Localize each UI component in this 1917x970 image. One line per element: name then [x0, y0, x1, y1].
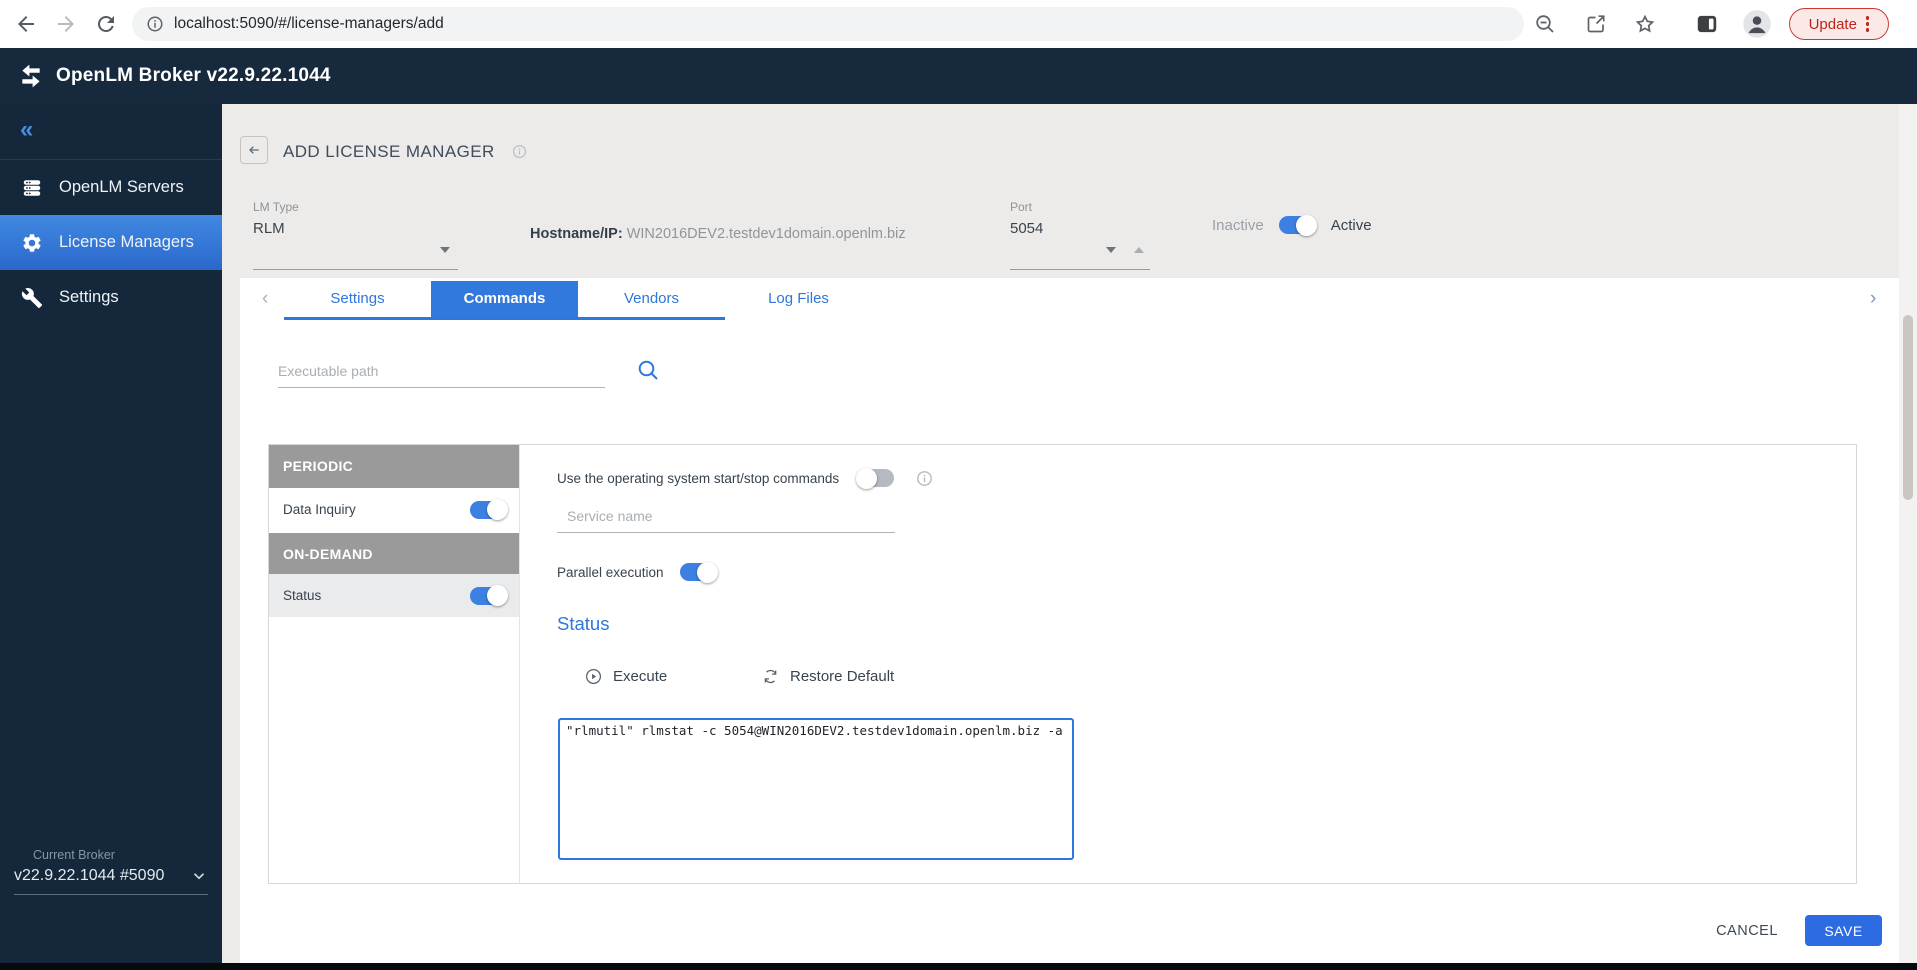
lm-type-label: LM Type	[253, 200, 458, 214]
commands-panel: PERIODIC Data Inquiry ON-DEMAND Status U…	[268, 444, 1857, 884]
lm-detail-card: ‹ Settings Commands Vendors Log Files › …	[240, 278, 1899, 963]
tools-icon	[21, 287, 43, 309]
gear-icon	[21, 232, 43, 254]
sidebar-item-label: License Managers	[59, 233, 194, 252]
execute-label: Execute	[613, 668, 667, 685]
tab-vendors[interactable]: Vendors	[578, 281, 725, 317]
back-icon[interactable]	[14, 12, 38, 36]
tabs-scroll-left-icon[interactable]: ‹	[262, 288, 268, 310]
app-header: OpenLM Broker v22.9.22.1044	[0, 48, 1917, 104]
hostname-value: WIN2016DEV2.testdev1domain.openlm.biz	[623, 226, 906, 242]
servers-icon	[21, 177, 43, 199]
back-button[interactable]	[240, 136, 268, 164]
parallel-execution-toggle[interactable]	[680, 563, 717, 581]
refresh-icon[interactable]	[94, 12, 118, 36]
parallel-execution-control: Parallel execution	[557, 563, 717, 581]
openlm-logo-icon	[18, 63, 44, 89]
command-row-status[interactable]: Status	[269, 574, 519, 617]
sidebar-item-label: Settings	[59, 288, 119, 307]
command-label: Data Inquiry	[283, 502, 356, 517]
update-label: Update	[1809, 16, 1857, 33]
collapse-icon: «	[20, 116, 33, 143]
bottom-edge	[0, 963, 1917, 970]
back-arrow-icon	[246, 142, 262, 158]
status-toggle[interactable]	[470, 587, 507, 605]
main-content: ADD LICENSE MANAGER LM Type RLM Hostname…	[222, 104, 1917, 963]
restore-default-button[interactable]: Restore Default	[761, 667, 894, 686]
dropdown-caret-icon	[440, 247, 450, 253]
sidebar-item-license-managers[interactable]: License Managers	[0, 215, 222, 270]
port-label: Port	[1010, 200, 1150, 214]
sidebar-item-settings[interactable]: Settings	[0, 270, 222, 325]
port-decrement-icon[interactable]	[1106, 247, 1116, 253]
inactive-label: Inactive	[1212, 217, 1264, 234]
parallel-execution-label: Parallel execution	[557, 565, 664, 580]
active-label: Active	[1331, 217, 1372, 234]
sidebar-item-label: OpenLM Servers	[59, 178, 184, 197]
site-info-icon[interactable]	[146, 15, 164, 33]
hostname-label: Hostname/IP:	[530, 226, 623, 242]
os-commands-toggle[interactable]	[857, 469, 894, 487]
current-broker-select[interactable]: Current Broker v22.9.22.1044 #5090	[14, 848, 208, 895]
share-icon[interactable]	[1584, 12, 1608, 36]
save-button[interactable]: SAVE	[1805, 915, 1882, 946]
sidebar-item-openlm-servers[interactable]: OpenLM Servers	[0, 160, 222, 215]
browser-update-button[interactable]: Update	[1789, 8, 1889, 40]
data-inquiry-toggle[interactable]	[470, 501, 507, 519]
cancel-button[interactable]: CANCEL	[1702, 916, 1792, 946]
periodic-header: PERIODIC	[269, 445, 519, 488]
profile-avatar[interactable]	[1742, 9, 1772, 39]
search-icon[interactable]	[636, 358, 660, 382]
on-demand-header: ON-DEMAND	[269, 531, 519, 574]
title-info-icon[interactable]	[512, 144, 527, 159]
sidebar: « OpenLM Servers License Managers Settin…	[0, 104, 222, 963]
status-section-title: Status	[557, 613, 609, 635]
restore-icon	[761, 667, 780, 686]
current-broker-value: v22.9.22.1044 #5090	[14, 867, 164, 885]
command-list: PERIODIC Data Inquiry ON-DEMAND Status	[269, 445, 520, 883]
active-toggle[interactable]	[1279, 216, 1316, 234]
app-title: OpenLM Broker v22.9.22.1044	[56, 48, 331, 104]
forward-icon[interactable]	[54, 12, 78, 36]
screen: localhost:5090/#/license-managers/add Up…	[0, 0, 1917, 970]
url-text[interactable]: localhost:5090/#/license-managers/add	[174, 15, 444, 33]
command-row-data-inquiry[interactable]: Data Inquiry	[269, 488, 519, 531]
chevron-down-icon	[190, 867, 208, 885]
tab-indicator	[284, 317, 725, 320]
lm-type-value: RLM	[253, 220, 458, 237]
bookmark-star-icon[interactable]	[1633, 12, 1657, 36]
lm-type-select[interactable]: LM Type RLM	[253, 200, 458, 270]
os-commands-info-icon[interactable]	[916, 470, 933, 487]
port-field[interactable]: Port 5054	[1010, 200, 1150, 270]
split-screen-icon[interactable]	[1694, 11, 1720, 37]
browser-menu-icon[interactable]	[1866, 16, 1870, 32]
executable-path-input[interactable]	[278, 354, 605, 388]
tab-log-files[interactable]: Log Files	[725, 281, 872, 317]
os-commands-label: Use the operating system start/stop comm…	[557, 471, 839, 486]
tab-settings[interactable]: Settings	[284, 281, 431, 317]
current-broker-label: Current Broker	[14, 848, 208, 862]
scrollbar-thumb[interactable]	[1903, 315, 1913, 500]
page-title: ADD LICENSE MANAGER	[283, 142, 495, 162]
port-increment-icon[interactable]	[1134, 247, 1144, 253]
restore-default-label: Restore Default	[790, 668, 894, 685]
service-name-input[interactable]	[557, 499, 895, 533]
command-label: Status	[283, 588, 321, 603]
hostname-display: Hostname/IP: WIN2016DEV2.testdev1domain.…	[530, 226, 906, 242]
page-scrollbar[interactable]	[1899, 104, 1917, 963]
zoom-out-icon[interactable]	[1533, 12, 1557, 36]
address-bar[interactable]: localhost:5090/#/license-managers/add	[132, 7, 1524, 41]
status-command-textarea[interactable]: "rlmutil" rlmstat -c 5054@WIN2016DEV2.te…	[558, 718, 1074, 860]
active-state-control: Inactive Active	[1212, 216, 1372, 234]
execute-button[interactable]: Execute	[584, 667, 667, 686]
tabs-scroll-right-icon[interactable]: ›	[1870, 288, 1876, 310]
sidebar-collapse-button[interactable]: «	[0, 104, 222, 160]
os-commands-control: Use the operating system start/stop comm…	[557, 469, 933, 487]
tab-commands[interactable]: Commands	[431, 281, 578, 317]
play-circle-icon	[584, 667, 603, 686]
browser-toolbar: localhost:5090/#/license-managers/add Up…	[0, 0, 1917, 48]
port-value: 5054	[1010, 220, 1150, 237]
